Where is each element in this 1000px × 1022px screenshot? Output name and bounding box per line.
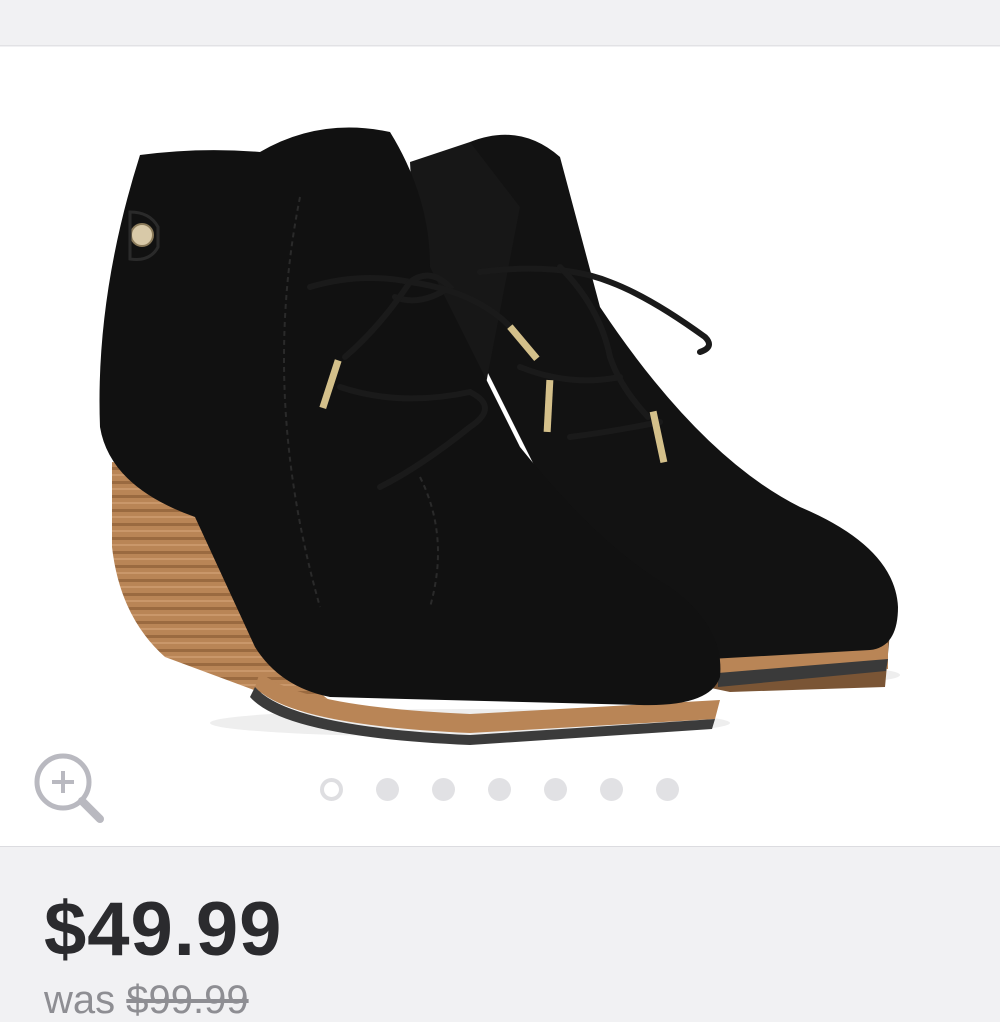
product-image[interactable] [0, 47, 1000, 847]
original-price: was $99.99 [44, 978, 249, 1022]
gallery-pagination [320, 777, 679, 801]
gallery-dot-4[interactable] [488, 777, 511, 801]
was-price-amount: $99.99 [126, 978, 249, 1022]
gallery-dot-1[interactable] [320, 777, 343, 801]
zoom-button[interactable] [28, 747, 108, 827]
current-price: $49.99 [44, 887, 283, 972]
top-bar [0, 0, 1000, 46]
zoom-in-icon [34, 753, 104, 823]
product-image-gallery[interactable] [0, 47, 1000, 847]
gallery-dot-2[interactable] [376, 777, 399, 801]
gallery-dot-6[interactable] [600, 777, 623, 801]
was-label: was [44, 978, 116, 1022]
product-info: $49.99 was $99.99 [0, 848, 1000, 1022]
gallery-dot-5[interactable] [544, 777, 567, 801]
gallery-dot-7[interactable] [656, 777, 679, 801]
gallery-dot-3[interactable] [432, 777, 455, 801]
